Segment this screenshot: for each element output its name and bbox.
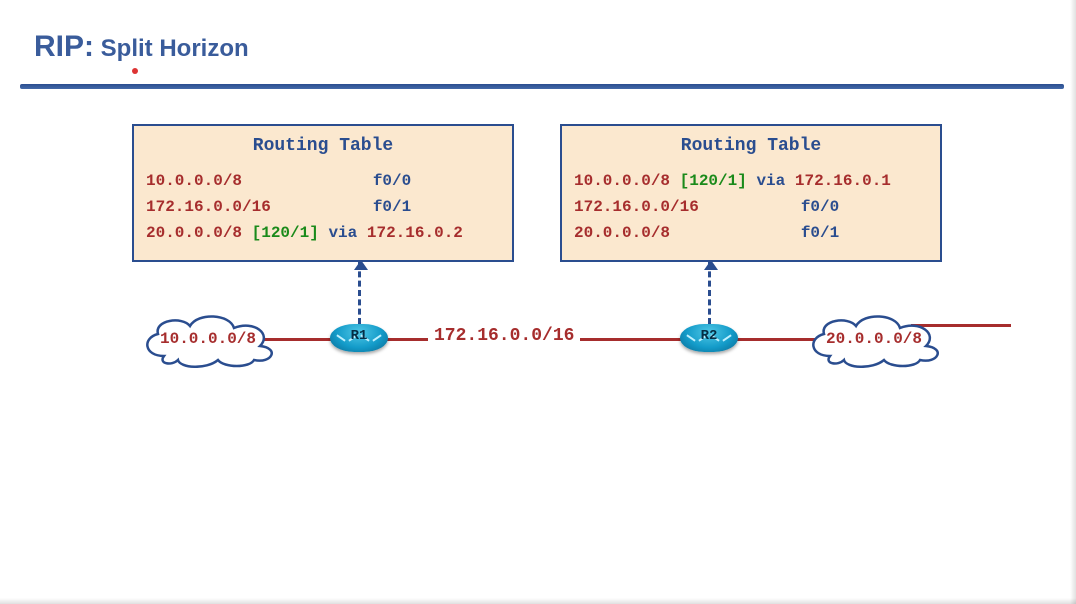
- network-cloud-right: 20.0.0.0/8: [800, 310, 948, 368]
- frame-edge-right: [1070, 0, 1076, 604]
- routing-table-title: Routing Table: [574, 136, 928, 156]
- slide-title: RIP: Split Horizon: [34, 30, 249, 64]
- cloud-label: 20.0.0.0/8: [826, 330, 922, 348]
- network-cloud-left: 10.0.0.0/8: [134, 310, 282, 368]
- title-divider: [20, 84, 1064, 89]
- table-row: 10.0.0.0/8 [120/1] via 172.16.0.1: [574, 168, 928, 194]
- title-main: RIP:: [34, 30, 94, 63]
- update-arrow-r2: [708, 262, 711, 324]
- update-arrow-r1: [358, 262, 361, 324]
- router-r2: R2: [680, 324, 738, 352]
- slide: RIP: Split Horizon Routing Table 10.0.0.…: [0, 0, 1076, 604]
- table-row: 20.0.0.0/8 f0/1: [574, 220, 928, 246]
- table-row: 172.16.0.0/16 f0/0: [574, 194, 928, 220]
- frame-edge-bottom: [0, 598, 1076, 604]
- routing-table-r2: Routing Table 10.0.0.0/8 [120/1] via 172…: [560, 124, 942, 262]
- arrowhead-icon: [704, 260, 718, 270]
- router-r1: R1: [330, 324, 388, 352]
- routing-table-title: Routing Table: [146, 136, 500, 156]
- middle-subnet-label: 172.16.0.0/16: [428, 326, 580, 346]
- table-row: 20.0.0.0/8 [120/1] via 172.16.0.2: [146, 220, 500, 246]
- cursor-icon: [128, 64, 142, 78]
- arrowhead-icon: [354, 260, 368, 270]
- routing-table-r1: Routing Table 10.0.0.0/8 f0/0 172.16.0.0…: [132, 124, 514, 262]
- cloud-label: 10.0.0.0/8: [160, 330, 256, 348]
- table-row: 172.16.0.0/16 f0/1: [146, 194, 500, 220]
- router-label: R2: [680, 328, 738, 344]
- table-row: 10.0.0.0/8 f0/0: [146, 168, 500, 194]
- router-label: R1: [330, 328, 388, 344]
- title-sub: Split Horizon: [94, 35, 249, 62]
